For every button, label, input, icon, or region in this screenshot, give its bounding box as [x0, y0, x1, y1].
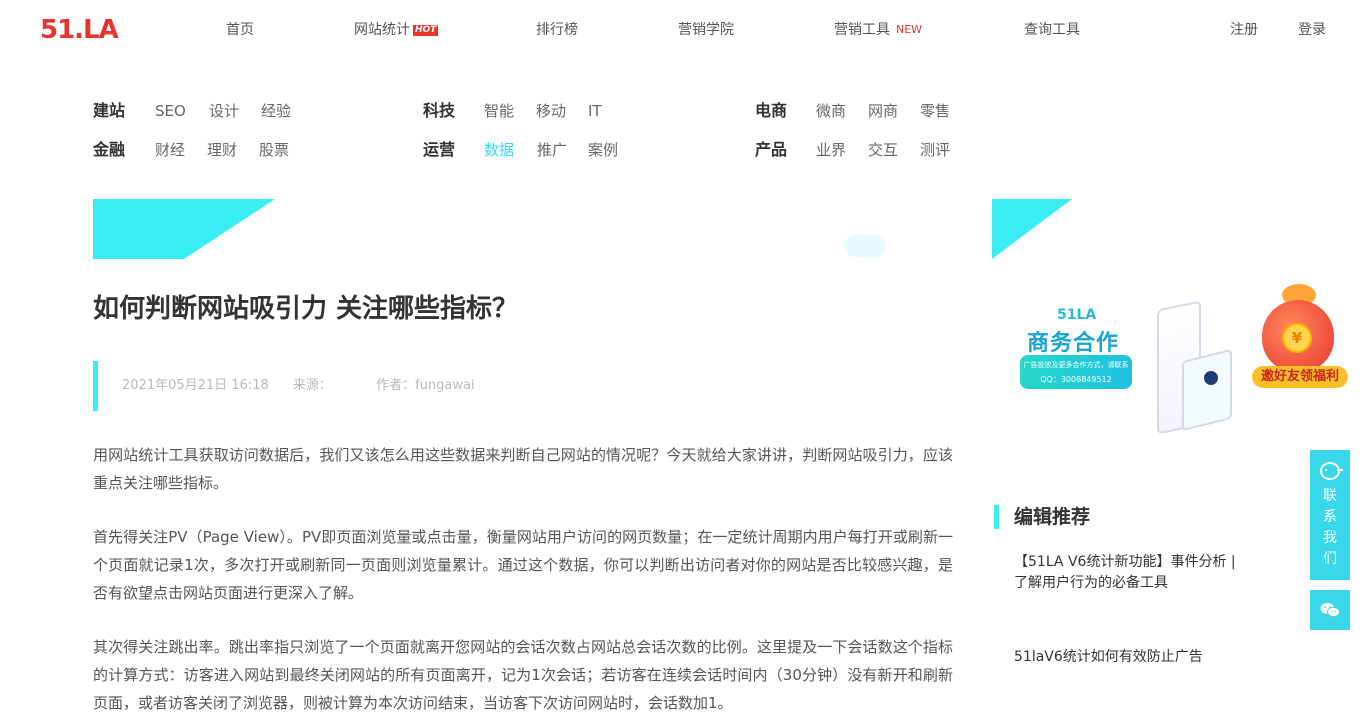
- category-link[interactable]: 网商: [868, 100, 898, 122]
- contact-char: 们: [1323, 551, 1337, 567]
- wechat-icon: [1320, 603, 1340, 618]
- category-link[interactable]: 股票: [259, 139, 289, 161]
- category-head-yunying[interactable]: 运营: [423, 139, 455, 161]
- category-link[interactable]: 案例: [588, 139, 618, 161]
- recommend-item[interactable]: 51laV6统计如何有效防止广告: [1014, 647, 1254, 668]
- nav-marketing-academy[interactable]: 营销学院: [678, 20, 734, 40]
- category-link[interactable]: IT: [588, 100, 602, 122]
- ad-pill-qq: QQ：3008849512: [1040, 375, 1112, 384]
- article-paragraph: 用网站统计工具获取访问数据后，我们又该怎么用这些数据来判断自己网站的情况呢？今天…: [93, 446, 953, 492]
- cyan-triangle-shape: [93, 199, 275, 259]
- gift-label: 邀好友领福利: [1252, 366, 1348, 388]
- category-link[interactable]: 交互: [868, 139, 898, 161]
- article-title: 如何判断网站吸引力 关注哪些指标？: [93, 294, 519, 324]
- light-blob-shape: [845, 235, 885, 257]
- site-logo[interactable]: 51.LA: [40, 14, 120, 46]
- ad-contact-pill: 广告投放及更多合作方式，请联系 QQ：3008849512: [1020, 355, 1132, 389]
- editor-recommend-heading: 编辑推荐: [994, 505, 1090, 529]
- login-link[interactable]: 登录: [1298, 20, 1326, 40]
- register-link[interactable]: 注册: [1230, 20, 1258, 40]
- article-meta: 2021年05月21日 16:18 来源： 作者：fungawai: [93, 361, 953, 411]
- category-link[interactable]: 设计: [209, 100, 239, 122]
- article-banner-decoration: [93, 199, 953, 259]
- ad-title: 商务合作: [1027, 331, 1120, 356]
- nav-home[interactable]: 首页: [226, 20, 254, 40]
- person-illustration-icon: [1204, 371, 1218, 385]
- recommend-item[interactable]: 【51LA V6统计新功能】事件分析 | 了解用户行为的必备工具: [1014, 552, 1254, 594]
- contact-us-vertical-text: 联 系 我 们: [1310, 486, 1350, 570]
- contact-char: 我: [1323, 530, 1337, 546]
- hot-badge: HOT: [413, 25, 439, 36]
- article-paragraph: 首先得关注PV（Page View）。PV即页面浏览量或点击量，衡量网站用户访问…: [93, 528, 953, 602]
- category-link[interactable]: 财经: [155, 139, 185, 161]
- invite-friends-gift[interactable]: ¥ 邀好友领福利: [1252, 278, 1352, 398]
- category-link-active[interactable]: 数据: [484, 139, 514, 161]
- nav-query-tools[interactable]: 查询工具: [1024, 20, 1080, 40]
- category-link[interactable]: 微商: [816, 100, 846, 122]
- sidebar-banner-decoration: [992, 199, 1252, 259]
- category-head-keji[interactable]: 科技: [423, 100, 455, 122]
- ad-brand: 51LA: [1057, 307, 1097, 323]
- category-link[interactable]: SEO: [155, 100, 186, 122]
- category-link[interactable]: 理财: [207, 139, 237, 161]
- nav-marketing-academy-label: 营销学院: [678, 22, 734, 38]
- category-link[interactable]: 零售: [920, 100, 950, 122]
- ad-pill-line1: 广告投放及更多合作方式，请联系: [1023, 361, 1129, 369]
- nav-site-stats-label: 网站统计: [354, 22, 410, 38]
- cyan-triangle-shape: [992, 199, 1072, 259]
- nav-site-stats[interactable]: 网站统计 HOT: [354, 20, 439, 40]
- contact-char: 系: [1323, 509, 1337, 525]
- nav-marketing-tools-label: 营销工具: [834, 22, 890, 38]
- category-link[interactable]: 移动: [536, 100, 566, 122]
- new-badge: NEW: [896, 23, 923, 36]
- article-author: 作者：fungawai: [376, 378, 475, 393]
- wechat-float-button[interactable]: [1310, 590, 1350, 630]
- category-link[interactable]: 经验: [261, 100, 291, 122]
- nav-marketing-tools[interactable]: 营销工具 NEW: [834, 20, 922, 40]
- nav-home-label: 首页: [226, 22, 254, 38]
- coin-icon: ¥: [1282, 323, 1312, 353]
- category-link[interactable]: 业界: [816, 139, 846, 161]
- top-header: 51.LA 首页 网站统计 HOT 排行榜 营销学院 营销工具 NEW 查询工具 注…: [0, 0, 1366, 60]
- nav-query-tools-label: 查询工具: [1024, 22, 1080, 38]
- category-head-chanpin[interactable]: 产品: [755, 139, 787, 161]
- screen-illustration-icon: [1182, 348, 1232, 432]
- article-date: 2021年05月21日 16:18: [122, 378, 269, 393]
- category-link[interactable]: 推广: [537, 139, 567, 161]
- contact-us-float-button[interactable]: 联 系 我 们: [1310, 450, 1350, 580]
- category-link[interactable]: 智能: [484, 100, 514, 122]
- chat-bubble-icon: [1320, 462, 1340, 480]
- article-paragraph: 其次得关注跳出率。跳出率指只浏览了一个页面就离开您网站的会话次数占网站总会话次数…: [93, 638, 953, 712]
- category-head-jinrong[interactable]: 金融: [93, 139, 125, 161]
- category-link[interactable]: 测评: [920, 139, 950, 161]
- category-head-dianshang[interactable]: 电商: [755, 100, 787, 122]
- page: 51.LA 首页 网站统计 HOT 排行榜 营销学院 营销工具 NEW 查询工具 注…: [0, 0, 1366, 720]
- article-source: 来源：: [292, 378, 332, 393]
- nav-ranking[interactable]: 排行榜: [536, 20, 578, 40]
- category-head-jianzhan[interactable]: 建站: [93, 100, 125, 122]
- contact-char: 联: [1323, 488, 1337, 504]
- business-cooperation-ad[interactable]: 51LA 商务合作 广告投放及更多合作方式，请联系 QQ：3008849512: [1012, 293, 1252, 435]
- nav-ranking-label: 排行榜: [536, 22, 578, 38]
